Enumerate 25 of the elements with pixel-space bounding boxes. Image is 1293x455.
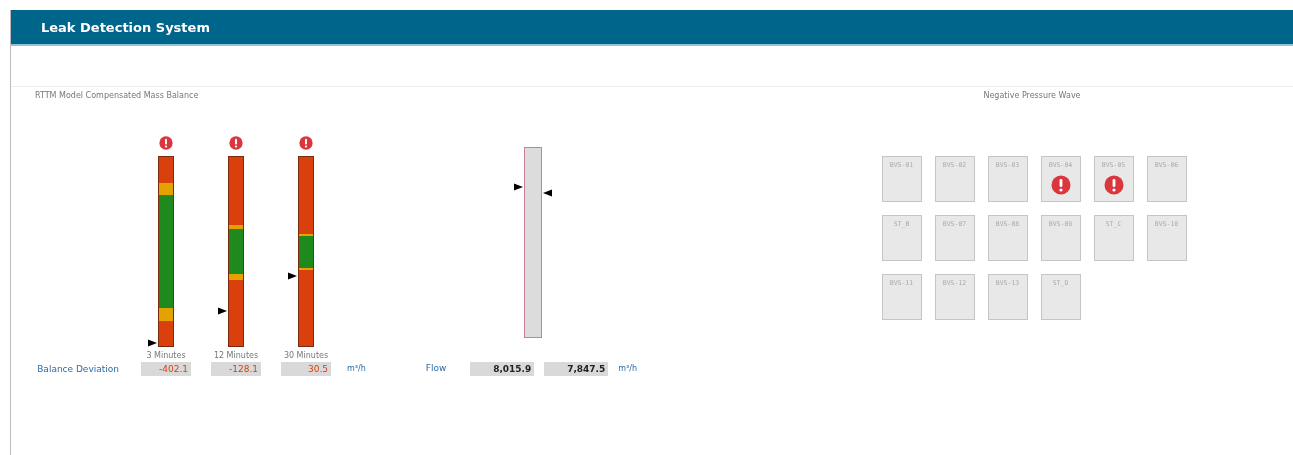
deviation-value: -402.1 <box>141 362 191 376</box>
flow-label: Flow <box>425 362 447 375</box>
deviation-value: -128.1 <box>211 362 261 376</box>
pointer-icon <box>542 188 552 198</box>
unit-label: m³/h <box>347 363 366 375</box>
flow-value: 8,015.9 <box>470 362 535 376</box>
row-label: Balance Deviation <box>37 363 119 376</box>
section-title: RTTM Model Compensated Mass Balance <box>34 91 200 100</box>
alert-icon <box>1050 175 1071 195</box>
flow-value: 7,847.5 <box>544 362 609 376</box>
deviation-value: 30.5 <box>281 362 331 376</box>
pointer-icon <box>148 338 157 348</box>
unit-label: m³/h <box>618 363 638 375</box>
gauge-label: 3 Minutes <box>146 351 186 360</box>
alert-icon <box>1103 175 1124 195</box>
alert-icon <box>159 136 173 150</box>
pointer-icon <box>218 306 227 316</box>
gauge-label: 12 Minutes <box>213 351 259 360</box>
pointer-icon <box>513 182 523 192</box>
section-title: Negative Pressure Wave <box>983 91 1081 100</box>
pointer-icon <box>288 271 297 281</box>
window-title: Leak Detection System <box>41 19 210 35</box>
gauge-label: 30 Minutes <box>283 351 329 360</box>
alert-icon <box>299 136 313 150</box>
alert-icon <box>229 136 243 150</box>
